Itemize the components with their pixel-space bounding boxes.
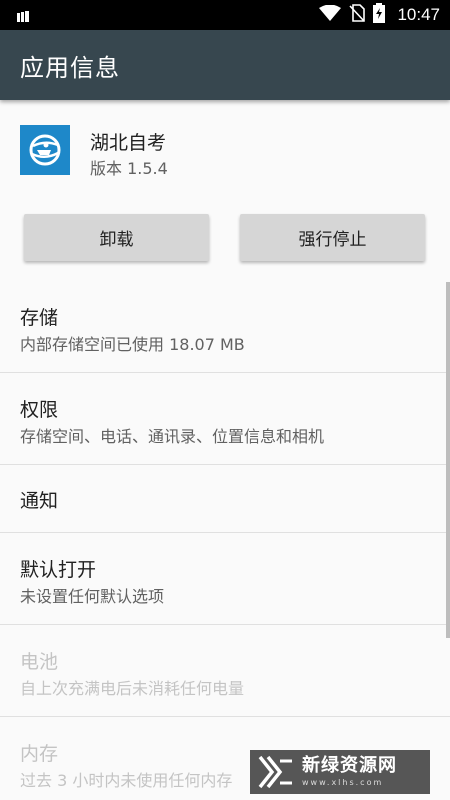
watermark: 新绿资源网 www.xlhs.com xyxy=(250,750,430,794)
watermark-logo-icon xyxy=(258,755,294,789)
row-title: 默认打开 xyxy=(20,559,97,581)
no-sim-icon xyxy=(349,4,366,26)
row-title: 内存 xyxy=(20,743,59,765)
row-title: 权限 xyxy=(20,399,59,421)
row-subtitle: 内部存储空间已使用 18.07 MB xyxy=(20,335,245,354)
clock: 10:47 xyxy=(397,5,440,24)
force-stop-button[interactable]: 强行停止 xyxy=(240,214,425,261)
row-subtitle: 自上次充满电后未消耗任何电量 xyxy=(20,679,245,698)
row-subtitle: 过去 3 小时内未使用任何内存 xyxy=(20,771,233,790)
settings-row-permissions[interactable]: 权限 存储空间、电话、通讯录、位置信息和相机 xyxy=(0,373,450,464)
app-version: 版本 1.5.4 xyxy=(90,159,168,178)
row-title: 电池 xyxy=(20,651,59,673)
status-bar: 10:47 xyxy=(0,0,450,30)
wifi-icon xyxy=(319,4,342,25)
row-subtitle: 未设置任何默认选项 xyxy=(20,587,165,606)
row-title: 通知 xyxy=(20,490,59,512)
settings-row-battery: 电池 自上次充满电后未消耗任何电量 xyxy=(0,625,450,716)
battery-icon xyxy=(373,3,386,27)
watermark-url: www.xlhs.com xyxy=(302,778,384,787)
notification-icon xyxy=(16,8,30,22)
app-name: 湖北自考 xyxy=(90,132,167,154)
settings-row-storage[interactable]: 存储 内部存储空间已使用 18.07 MB xyxy=(0,283,450,372)
app-bar: 应用信息 xyxy=(0,30,450,100)
page-title: 应用信息 xyxy=(20,53,120,82)
watermark-name: 新绿资源网 xyxy=(302,755,397,776)
scrollbar[interactable] xyxy=(446,282,450,638)
app-icon xyxy=(20,125,70,175)
uninstall-button[interactable]: 卸载 xyxy=(24,214,209,261)
row-title: 存储 xyxy=(20,307,59,329)
settings-row-open-by-default[interactable]: 默认打开 未设置任何默认选项 xyxy=(0,533,450,624)
settings-row-notifications[interactable]: 通知 xyxy=(0,465,450,532)
row-subtitle: 存储空间、电话、通讯录、位置信息和相机 xyxy=(20,427,325,446)
app-header: 湖北自考 版本 1.5.4 xyxy=(0,100,450,200)
